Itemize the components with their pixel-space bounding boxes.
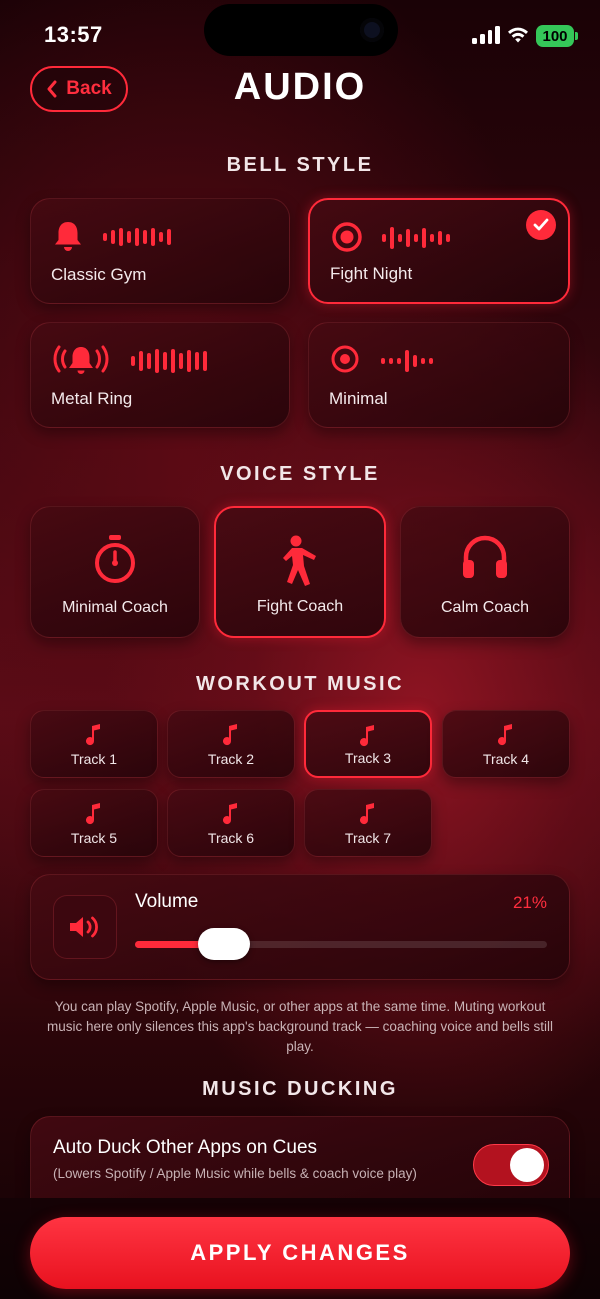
- music-note-icon: [360, 803, 374, 825]
- bell-option-label: Classic Gym: [51, 265, 147, 284]
- voice-option-minimal-coach[interactable]: Minimal Coach: [30, 506, 200, 638]
- bell-option-label: Minimal: [329, 389, 388, 408]
- track-label: Track 4: [482, 751, 530, 767]
- auto-duck-toggle[interactable]: [473, 1144, 549, 1186]
- target-icon: [332, 222, 362, 252]
- track-label: Track 3: [344, 750, 392, 766]
- track-label: Track 5: [70, 830, 118, 846]
- music-note-text: You can play Spotify, Apple Music, or ot…: [46, 999, 554, 1054]
- track-option[interactable]: Track 5: [30, 789, 158, 857]
- track-label: Track 7: [344, 830, 392, 846]
- bell-option-label: Metal Ring: [51, 389, 133, 408]
- headphones-icon: [463, 535, 507, 578]
- voice-option-fight-coach[interactable]: Fight Coach: [214, 506, 386, 638]
- track-label: Track 6: [207, 830, 255, 846]
- apply-changes-button[interactable]: APPLY CHANGES: [30, 1217, 570, 1289]
- bell-icon: [55, 222, 81, 251]
- bell-option-label: Fight Night: [330, 264, 413, 283]
- volume-label: Volume: [135, 891, 199, 912]
- section-title-bell-style: BELL STYLE: [226, 154, 374, 176]
- volume-value: 21%: [512, 893, 547, 912]
- volume-card: Volume 21%: [30, 874, 570, 980]
- stopwatch-icon: [95, 535, 135, 583]
- selected-check-icon: [526, 210, 556, 240]
- mute-button[interactable]: [53, 895, 117, 959]
- page-title: AUDIO: [233, 66, 367, 108]
- track-option[interactable]: Track 1: [30, 710, 158, 778]
- music-note-icon: [86, 724, 100, 746]
- camera-icon: [360, 18, 384, 42]
- music-note-icon: [223, 803, 237, 825]
- fighter-icon: [283, 535, 316, 586]
- track-option[interactable]: Track 2: [167, 710, 295, 778]
- music-note-icon: [86, 803, 100, 825]
- music-note-icon: [223, 724, 237, 746]
- dot-circle-icon: [331, 345, 359, 373]
- track-label: Track 1: [70, 751, 118, 767]
- ringing-bell-icon: [53, 345, 109, 374]
- voice-option-label: Calm Coach: [440, 599, 530, 616]
- voice-option-calm-coach[interactable]: Calm Coach: [400, 506, 570, 638]
- track-option[interactable]: Track 4: [442, 710, 570, 778]
- section-title-music-ducking: MUSIC DUCKING: [202, 1078, 398, 1100]
- track-option[interactable]: Track 7: [304, 789, 432, 857]
- track-label: Track 2: [207, 751, 255, 767]
- voice-option-label: Fight Coach: [256, 598, 344, 615]
- track-option[interactable]: Track 6: [167, 789, 295, 857]
- music-note-icon: [498, 724, 512, 746]
- music-note-icon: [360, 725, 374, 747]
- wifi-icon: [508, 27, 528, 43]
- voice-option-label: Minimal Coach: [62, 599, 168, 616]
- volume-slider-thumb[interactable]: [197, 928, 250, 960]
- speaker-icon: [70, 916, 98, 938]
- cellular-signal-icon: [472, 26, 500, 44]
- status-time: 13:57: [44, 22, 103, 47]
- bell-option-fight-night[interactable]: Fight Night: [308, 198, 570, 304]
- auto-duck-subtitle: (Lowers Spotify / Apple Music while bell…: [53, 1166, 417, 1181]
- section-title-voice-style: VOICE STYLE: [220, 463, 380, 485]
- battery-indicator: 100: [536, 25, 578, 47]
- bell-option-metal-ring[interactable]: Metal Ring: [30, 322, 290, 428]
- volume-slider-track[interactable]: [135, 928, 547, 960]
- track-option-selected[interactable]: Track 3: [304, 710, 432, 778]
- bell-option-minimal[interactable]: Minimal: [308, 322, 570, 428]
- toggle-knob: [510, 1148, 544, 1182]
- section-title-workout-music: WORKOUT MUSIC: [195, 673, 405, 695]
- bell-option-classic-gym[interactable]: Classic Gym: [30, 198, 290, 304]
- auto-duck-title: Auto Duck Other Apps on Cues: [53, 1137, 318, 1158]
